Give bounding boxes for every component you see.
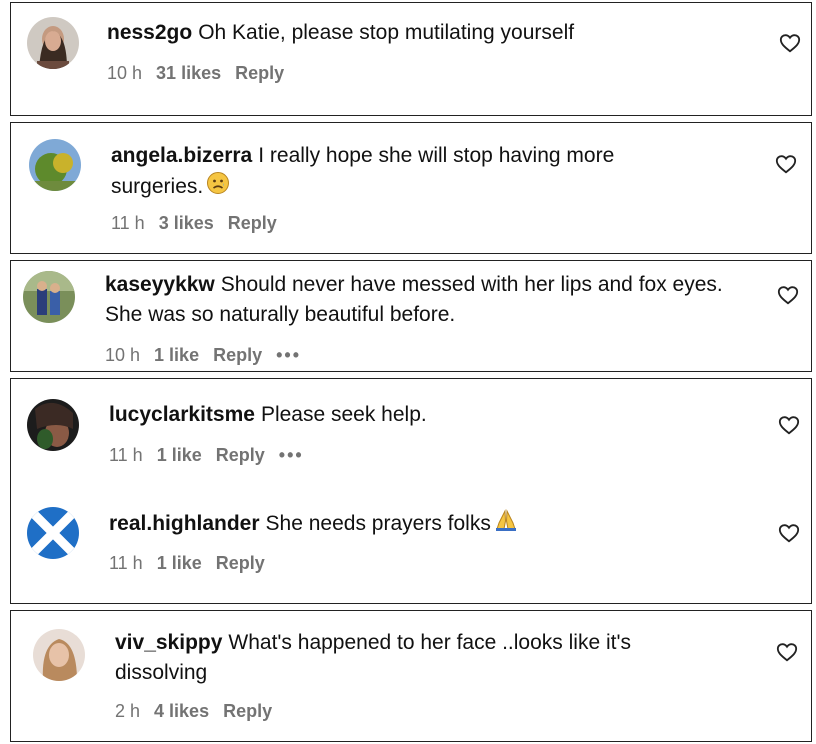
- likes-count[interactable]: 1 like: [157, 445, 202, 465]
- comment-meta: 2 h 4 likes Reply: [115, 701, 286, 722]
- comment-meta: 11 h 3 likes Reply: [111, 213, 291, 234]
- comment-text: real.highlander She needs prayers folks: [109, 508, 709, 541]
- likes-count[interactable]: 1 like: [157, 553, 202, 573]
- comment-meta: 11 h 1 like Reply: [109, 553, 279, 574]
- timestamp: 11 h: [109, 553, 143, 573]
- likes-count[interactable]: 3 likes: [159, 213, 214, 233]
- comment-meta: 11 h 1 like Reply •••: [109, 445, 318, 466]
- comment-text: ness2go Oh Katie, please stop mutilating …: [107, 18, 727, 48]
- comment-text: viv_skippy What's happened to her face ..…: [115, 628, 715, 688]
- likes-count[interactable]: 1 like: [154, 345, 199, 365]
- username-link[interactable]: viv_skippy: [115, 631, 222, 654]
- avatar[interactable]: [27, 17, 79, 69]
- folded-hands-emoji: [494, 508, 518, 541]
- username-link[interactable]: ness2go: [107, 21, 192, 44]
- timestamp: 10 h: [105, 345, 141, 365]
- comment-meta: 10 h 31 likes Reply: [107, 63, 298, 84]
- reply-button[interactable]: Reply: [216, 445, 265, 465]
- avatar[interactable]: [23, 271, 75, 323]
- comment-card: kaseyykkw Should never have messed with h…: [10, 260, 812, 372]
- reply-button[interactable]: Reply: [216, 553, 265, 573]
- timestamp: 2 h: [115, 701, 141, 721]
- reply-button[interactable]: Reply: [235, 63, 284, 83]
- comment-text: lucyclarkitsme Please seek help.: [109, 400, 709, 430]
- reply-button[interactable]: Reply: [223, 701, 272, 721]
- comment-card: angela.bizerra I really hope she will sto…: [10, 122, 812, 254]
- timestamp: 11 h: [109, 445, 143, 465]
- comment-card: viv_skippy What's happened to her face ..…: [10, 610, 812, 742]
- avatar[interactable]: [33, 629, 85, 681]
- comment-card: lucyclarkitsme Please seek help. 11 h 1 li…: [10, 378, 812, 604]
- heart-icon[interactable]: [777, 284, 799, 306]
- heart-icon[interactable]: [775, 153, 797, 175]
- comment-body: She needs prayers folks: [265, 512, 491, 536]
- avatar[interactable]: [29, 139, 81, 191]
- avatar[interactable]: [27, 399, 79, 451]
- username-link[interactable]: kaseyykkw: [105, 273, 215, 296]
- heart-icon[interactable]: [779, 32, 801, 54]
- comment-meta: 10 h 1 like Reply •••: [105, 345, 315, 366]
- likes-count[interactable]: 4 likes: [154, 701, 209, 721]
- timestamp: 11 h: [111, 213, 145, 233]
- heart-icon[interactable]: [778, 414, 800, 436]
- username-link[interactable]: real.highlander: [109, 512, 260, 535]
- more-options-icon[interactable]: •••: [279, 445, 304, 465]
- reply-button[interactable]: Reply: [213, 345, 262, 365]
- heart-icon[interactable]: [776, 641, 798, 663]
- avatar[interactable]: [27, 507, 79, 559]
- comment-card: ness2go Oh Katie, please stop mutilating …: [10, 2, 812, 116]
- comment-text: kaseyykkw Should never have messed with h…: [105, 270, 745, 330]
- comment-body: Please seek help.: [260, 403, 427, 426]
- username-link[interactable]: lucyclarkitsme: [109, 403, 255, 426]
- reply-button[interactable]: Reply: [228, 213, 277, 233]
- more-options-icon[interactable]: •••: [276, 345, 301, 365]
- comment-body: Oh Katie, please stop mutilating yoursel…: [198, 21, 575, 44]
- comment-text: angela.bizerra I really hope she will sto…: [111, 141, 711, 204]
- heart-icon[interactable]: [778, 522, 800, 544]
- likes-count[interactable]: 31 likes: [156, 63, 221, 83]
- timestamp: 10 h: [107, 63, 143, 83]
- username-link[interactable]: angela.bizerra: [111, 144, 252, 167]
- sad-face-emoji: [206, 171, 230, 204]
